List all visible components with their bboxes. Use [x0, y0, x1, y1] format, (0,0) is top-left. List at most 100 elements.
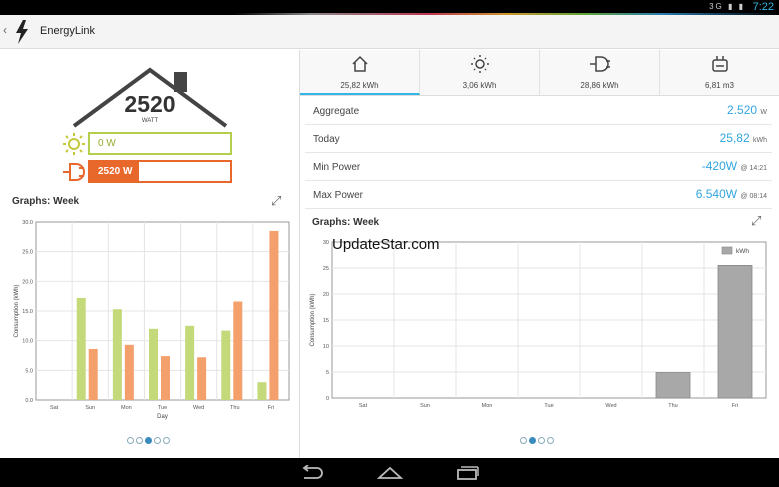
x-axis-label: Day [157, 414, 168, 420]
expand-icon[interactable]: ⤢ [271, 193, 281, 209]
y-tick-label: 20 [323, 292, 329, 298]
meter-tabs: 25,82 kWh 3,06 kWh 28,86 kWh 6,81 m3 [300, 50, 779, 96]
sun-icon [63, 133, 85, 155]
x-tick-label: Thu [668, 403, 677, 409]
tab-solar[interactable]: 3,06 kWh [420, 50, 540, 95]
right-page-indicator [520, 437, 554, 444]
tab-solar-value: 3,06 kWh [462, 81, 497, 90]
stat-label: Min Power [313, 162, 361, 173]
tab-home[interactable]: 25,82 kWh [300, 50, 420, 95]
page-dot[interactable] [538, 437, 545, 444]
y-tick-label: 0.0 [25, 398, 33, 404]
bar [269, 230, 279, 400]
gas-meter-icon [711, 56, 728, 72]
status-bar: 3G ▮ ▮ 7:22 [0, 0, 779, 15]
stat-value: 2.520 W [727, 103, 767, 117]
page-dot[interactable] [163, 437, 170, 444]
y-tick-label: 15.0 [22, 309, 33, 315]
stat-today: Today 25,82 kWh [305, 125, 772, 153]
plug-icon [589, 56, 610, 72]
y-tick-label: 20.0 [22, 279, 33, 285]
y-tick-label: 30 [323, 240, 329, 246]
left-week-chart: 0.0 5.0 10.0 15.0 20.0 25.0 30.0 Sat Sun Mon Tue We… [14, 220, 290, 420]
tab-gas[interactable]: 6,81 m3 [660, 50, 779, 95]
action-bar: ‹ EnergyLink [0, 15, 779, 49]
live-panel: 2520 WATT 0 W 2520 W Graphs: Week ⤢ 0.0 … [0, 50, 299, 458]
y-axis-label: Consumption (kWh) [310, 293, 316, 346]
bar [112, 309, 122, 400]
y-tick-label: 0 [326, 396, 329, 402]
signal-icon: 3G ▮ ▮ [709, 2, 745, 11]
x-tick-label: Sat [50, 405, 59, 411]
solar-production-value: 0 W [98, 138, 116, 149]
page-dot[interactable] [127, 437, 134, 444]
y-tick-label: 10.0 [22, 339, 33, 345]
stat-value: 25,82 kWh [719, 131, 767, 145]
page-dot[interactable] [136, 437, 143, 444]
legend-label: kWh [736, 248, 749, 255]
page-dot[interactable] [154, 437, 161, 444]
y-tick-label: 10 [323, 344, 329, 350]
page-dot[interactable] [547, 437, 554, 444]
stat-label: Max Power [313, 190, 364, 201]
y-tick-label: 5 [326, 370, 329, 376]
x-tick-label: Mon [121, 405, 132, 411]
plug-icon [63, 163, 85, 181]
bar [185, 325, 195, 400]
watermark-text: UpdateStar.com [332, 236, 440, 253]
x-tick-label: Sun [420, 403, 430, 409]
page-dot[interactable] [529, 437, 536, 444]
lightning-logo-icon[interactable] [13, 20, 31, 44]
x-tick-label: Mon [482, 403, 493, 409]
bar [161, 356, 170, 400]
x-tick-label: Wed [193, 405, 204, 411]
x-tick-label: Sat [359, 403, 368, 409]
stat-min-power: Min Power -420W @ 14:21 [305, 153, 772, 181]
home-button-icon[interactable] [377, 465, 403, 481]
navigation-bar [0, 458, 779, 487]
x-tick-label: Fri [732, 403, 738, 409]
home-icon [351, 55, 368, 72]
left-graph-title: Graphs: Week [12, 196, 80, 207]
back-icon[interactable] [300, 465, 324, 481]
sun-icon [470, 55, 489, 73]
bar [655, 372, 691, 399]
app-title: EnergyLink [40, 25, 96, 37]
tab-gas-value: 6,81 m3 [705, 81, 734, 90]
stat-label: Today [313, 134, 340, 145]
x-tick-label: Sun [85, 405, 95, 411]
status-clock: 7:22 [752, 1, 774, 13]
y-tick-label: 15 [323, 318, 329, 324]
tab-grid[interactable]: 28,86 kWh [540, 50, 660, 95]
right-week-chart: 051015202530SatSunMonTueWedThuFriDayCons… [310, 240, 767, 409]
page-dot[interactable] [145, 437, 152, 444]
stat-max-power: Max Power 6.540W @ 08:14 [305, 181, 772, 209]
legend-swatch [721, 246, 733, 255]
current-power-unit: WATT [141, 118, 159, 124]
bar [88, 348, 98, 400]
recent-apps-icon[interactable] [456, 465, 480, 481]
x-tick-label: Tue [544, 403, 553, 409]
y-tick-label: 25.0 [22, 250, 33, 256]
current-power-value: 2520 [124, 91, 176, 117]
summary-panel: 25,82 kWh 3,06 kWh 28,86 kWh 6,81 m3 Agg… [300, 50, 779, 458]
tab-grid-value: 28,86 kWh [580, 81, 619, 90]
y-tick-label: 5.0 [25, 368, 33, 374]
up-caret-icon[interactable]: ‹ [3, 23, 7, 37]
left-page-indicator [127, 437, 170, 444]
stat-value: -420W @ 14:21 [701, 159, 767, 173]
bar [197, 357, 207, 400]
screen: 3G ▮ ▮ 7:22 ‹ EnergyLink 2520 WATT 0 W 2… [0, 0, 779, 487]
stat-aggregate: Aggregate 2.520 W [305, 97, 772, 125]
y-axis-label: Consumption (kWh) [14, 284, 20, 337]
y-tick-label: 30.0 [22, 220, 33, 226]
y-tick-label: 25 [323, 266, 329, 272]
tab-home-value: 25,82 kWh [340, 81, 379, 90]
bar [717, 264, 753, 399]
stat-value: 6.540W @ 08:14 [695, 187, 767, 201]
page-dot[interactable] [520, 437, 527, 444]
expand-icon[interactable]: ⤢ [751, 213, 761, 229]
right-graph-title: Graphs: Week [312, 217, 380, 228]
x-tick-label: Fri [268, 405, 274, 411]
grid-consumption-value: 2520 W [98, 166, 133, 177]
